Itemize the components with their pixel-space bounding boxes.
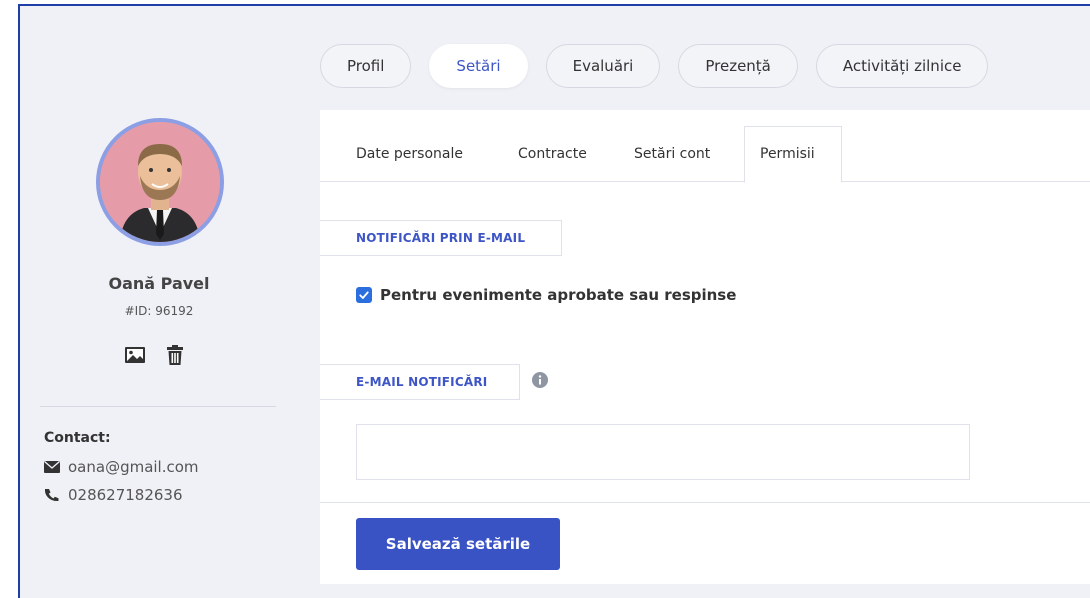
main-tabs: Profil Setări Evaluări Prezență Activită… bbox=[320, 44, 989, 88]
approved-rejected-checkbox-label: Pentru evenimente aprobate sau respinse bbox=[380, 286, 737, 304]
section-email-notifications-title: NOTIFICĂRI PRIN E-MAIL bbox=[320, 220, 562, 256]
save-settings-button[interactable]: Salvează setările bbox=[356, 518, 560, 570]
subtab-contracte[interactable]: Contracte bbox=[518, 146, 587, 162]
avatar bbox=[96, 118, 224, 246]
notification-email-input[interactable] bbox=[356, 424, 970, 480]
tab-setari[interactable]: Setări bbox=[429, 44, 528, 88]
tab-activitati-zilnice[interactable]: Activități zilnice bbox=[815, 44, 989, 88]
image-icon[interactable] bbox=[124, 344, 146, 366]
approved-rejected-checkbox[interactable] bbox=[356, 287, 372, 303]
approved-rejected-checkbox-row[interactable]: Pentru evenimente aprobate sau respinse bbox=[356, 286, 736, 304]
sidebar-divider bbox=[40, 406, 276, 407]
trash-icon[interactable] bbox=[164, 344, 186, 366]
user-id: #ID: 96192 bbox=[124, 304, 194, 318]
card-footer-divider bbox=[320, 502, 1090, 503]
subtab-permisii[interactable]: Permisii bbox=[760, 146, 815, 162]
contact-title: Contact: bbox=[44, 430, 111, 446]
profile-sidebar: Oană Pavel #ID: 96192 Contact: oana@gmai… bbox=[20, 6, 300, 598]
envelope-icon bbox=[44, 460, 60, 474]
sub-tabs: Date personale Contracte Setări cont Per… bbox=[320, 110, 1090, 183]
settings-card: Date personale Contracte Setări cont Per… bbox=[320, 110, 1090, 584]
tab-profil[interactable]: Profil bbox=[320, 44, 412, 88]
subtab-setari-cont[interactable]: Setări cont bbox=[634, 146, 710, 162]
tab-evaluari[interactable]: Evaluări bbox=[545, 44, 661, 88]
section-notification-email-title: E-MAIL NOTIFICĂRI bbox=[320, 364, 520, 400]
contact-email: oana@gmail.com bbox=[44, 458, 199, 476]
subtab-date-personale[interactable]: Date personale bbox=[356, 146, 463, 162]
phone-icon bbox=[44, 488, 60, 502]
contact-phone-text: 028627182636 bbox=[68, 486, 183, 504]
avatar-photo bbox=[100, 122, 220, 242]
contact-phone: 028627182636 bbox=[44, 486, 183, 504]
avatar-actions bbox=[124, 344, 186, 366]
user-name: Oană Pavel bbox=[108, 274, 210, 293]
tab-prezenta[interactable]: Prezență bbox=[678, 44, 798, 88]
contact-email-text: oana@gmail.com bbox=[68, 458, 199, 476]
app-frame: Oană Pavel #ID: 96192 Contact: oana@gmai… bbox=[18, 4, 1090, 598]
info-circle-icon[interactable] bbox=[532, 372, 548, 388]
